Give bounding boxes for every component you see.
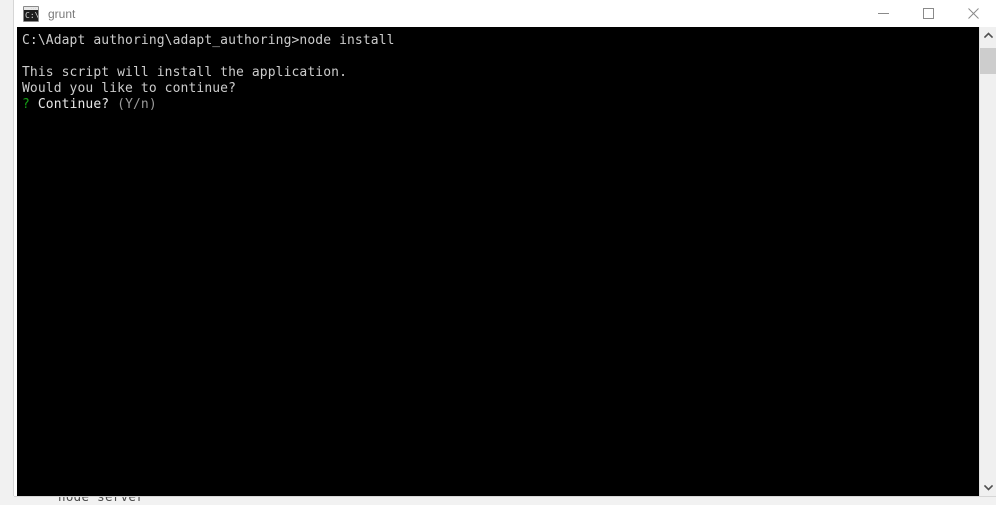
terminal-line: C:\Adapt authoring\adapt_authoring>node … — [22, 33, 979, 49]
scrollbar-track[interactable] — [980, 44, 996, 479]
console-icon: ··· C:\_ — [23, 5, 39, 22]
chevron-up-icon — [983, 32, 993, 39]
close-icon — [968, 8, 979, 19]
terminal-line: Would you like to continue? — [22, 81, 979, 97]
minimize-icon — [878, 13, 889, 14]
chevron-down-icon — [983, 484, 993, 491]
terminal-region: C:\Adapt authoring\adapt_authoring>node … — [14, 27, 996, 496]
terminal-text-segment: This script will install the application… — [22, 65, 347, 80]
terminal-text-segment: Would you like to continue? — [22, 81, 237, 96]
maximize-icon — [923, 8, 934, 19]
scrollbar-up-button[interactable] — [980, 27, 996, 44]
terminal-screen[interactable]: C:\Adapt authoring\adapt_authoring>node … — [17, 27, 979, 496]
close-button[interactable] — [951, 0, 996, 27]
terminal-line: This script will install the application… — [22, 65, 979, 81]
terminal-scrollbar[interactable] — [979, 27, 996, 496]
minimize-button[interactable] — [861, 0, 906, 27]
terminal-text-segment: (Y/n) — [117, 97, 157, 112]
terminal-text-segment: Continue? — [29, 97, 118, 112]
terminal-line: ? Continue? (Y/n) — [22, 97, 979, 113]
console-window: ··· C:\_ grunt — [14, 0, 996, 496]
terminal-text-segment: C:\Adapt authoring\adapt_authoring>node … — [22, 33, 395, 48]
title-bar[interactable]: ··· C:\_ grunt — [14, 0, 996, 27]
scrollbar-thumb[interactable] — [980, 48, 996, 75]
maximize-button[interactable] — [906, 0, 951, 27]
window-title: grunt — [48, 6, 76, 21]
terminal-text-segment: ? — [22, 97, 30, 112]
terminal-output: C:\Adapt authoring\adapt_authoring>node … — [22, 33, 979, 113]
scrollbar-down-button[interactable] — [980, 479, 996, 496]
window-controls — [861, 0, 996, 27]
console-icon-prompt-text: C:\_ — [25, 10, 39, 20]
